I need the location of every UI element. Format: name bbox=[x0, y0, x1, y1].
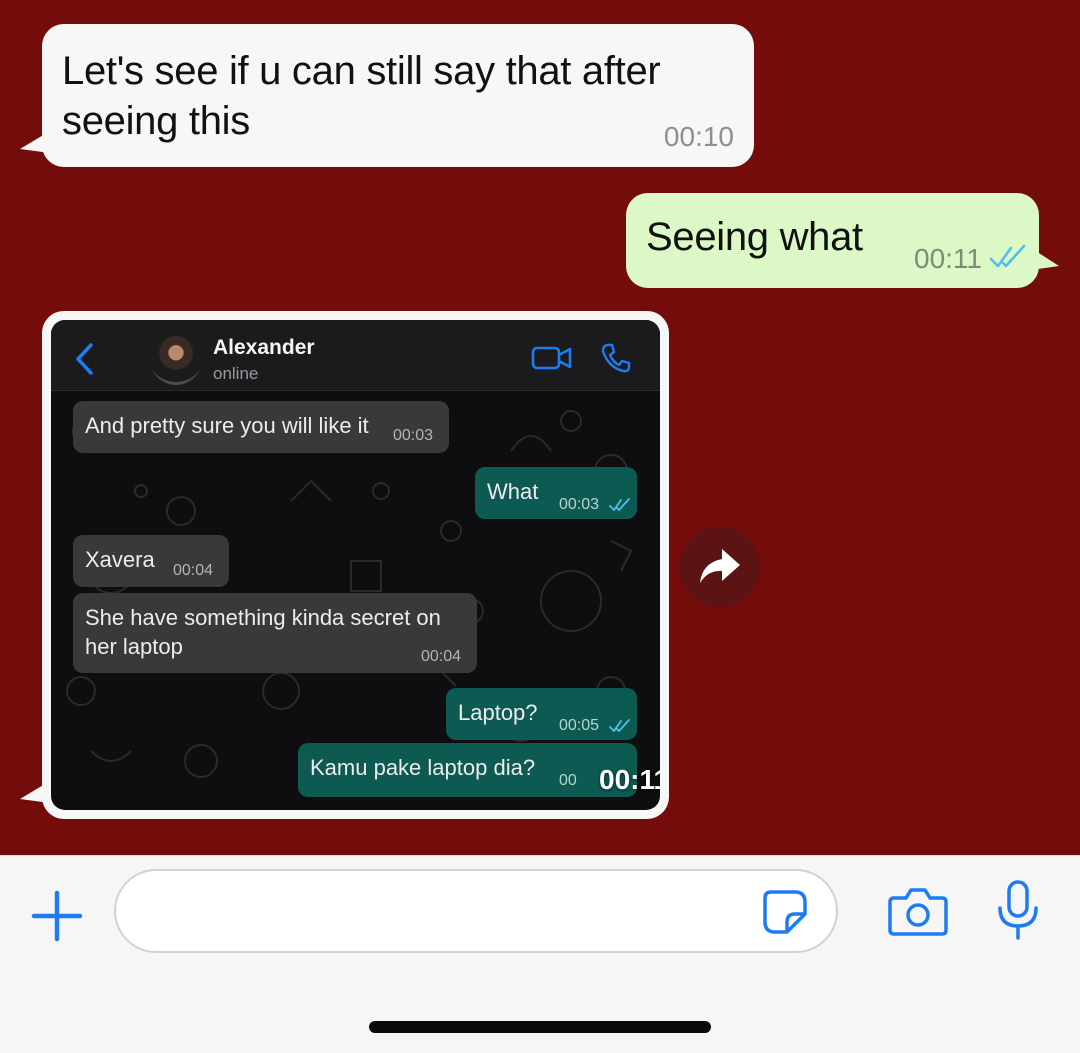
bubble-time: 00 bbox=[559, 772, 577, 789]
bubble-text: What bbox=[487, 479, 539, 504]
forward-arrow-icon bbox=[700, 549, 740, 583]
bubble-text: She have something kinda secret on bbox=[85, 605, 441, 630]
screenshot-incoming-bubble: And pretty sure you will like it 00:03 bbox=[73, 401, 449, 453]
bubble-time: 00:04 bbox=[173, 562, 214, 579]
home-indicator bbox=[369, 1021, 711, 1033]
sticker-icon[interactable] bbox=[761, 888, 809, 936]
video-call-icon[interactable] bbox=[531, 345, 573, 371]
back-chevron-icon[interactable] bbox=[73, 342, 97, 376]
contact-name: Alexander bbox=[213, 336, 315, 359]
message-input[interactable] bbox=[114, 869, 838, 953]
bubble-time: 00:04 bbox=[421, 648, 462, 665]
bubble-time: 00:05 bbox=[559, 717, 600, 734]
plus-icon[interactable] bbox=[30, 889, 84, 943]
bubble-time: 00:03 bbox=[393, 427, 434, 444]
outgoing-message[interactable]: Seeing what 00:11 bbox=[626, 193, 1059, 288]
bubble-time: 00:03 bbox=[559, 496, 600, 513]
screenshot-incoming-bubble: She have something kinda secret on her l… bbox=[73, 593, 477, 673]
screenshot-outgoing-bubble: Kamu pake laptop dia? 00 bbox=[298, 743, 637, 797]
message-text: Seeing what bbox=[646, 215, 863, 259]
microphone-icon[interactable] bbox=[995, 880, 1041, 942]
bubble-tail bbox=[1031, 248, 1059, 270]
bubble-text: Xavera bbox=[85, 547, 155, 572]
message-text: Let's see if u can still say that after … bbox=[62, 49, 661, 143]
read-receipt-icon bbox=[609, 498, 630, 512]
bubble-tail bbox=[20, 131, 50, 153]
image-message[interactable]: Alexander online And pretty sure you wil… bbox=[20, 311, 669, 819]
bubble-text: Kamu pake laptop dia? bbox=[310, 755, 536, 780]
screenshot-outgoing-bubble: Laptop? 00:05 bbox=[446, 688, 637, 740]
message-input-bar bbox=[0, 855, 1080, 1053]
screenshot-incoming-bubble: Xavera 00:04 bbox=[73, 535, 229, 587]
contact-avatar[interactable] bbox=[150, 333, 202, 385]
incoming-message[interactable]: Let's see if u can still say that after … bbox=[20, 24, 754, 167]
bubble-text: her laptop bbox=[85, 634, 183, 659]
read-receipt-icon bbox=[609, 719, 630, 733]
message-time: 00:10 bbox=[663, 121, 734, 152]
screenshot-outgoing-bubble: What 00:03 bbox=[475, 467, 637, 519]
read-receipt-icon bbox=[989, 244, 1026, 268]
chat-area: Let's see if u can still say that after … bbox=[0, 0, 1080, 855]
bubble-text: And pretty sure you will like it bbox=[85, 413, 369, 438]
bubble-text: Laptop? bbox=[458, 700, 538, 725]
contact-status: online bbox=[213, 364, 259, 383]
image-message-time: 00:11 bbox=[599, 764, 660, 795]
chat-screenshot-image[interactable]: Alexander online And pretty sure you wil… bbox=[51, 320, 660, 810]
bubble-tail bbox=[20, 781, 50, 803]
screenshot-chat-header: Alexander online bbox=[51, 320, 660, 391]
message-time: 00:11 bbox=[914, 243, 982, 274]
phone-call-icon[interactable] bbox=[600, 342, 632, 374]
camera-icon[interactable] bbox=[888, 886, 948, 936]
forward-button[interactable] bbox=[680, 527, 760, 607]
